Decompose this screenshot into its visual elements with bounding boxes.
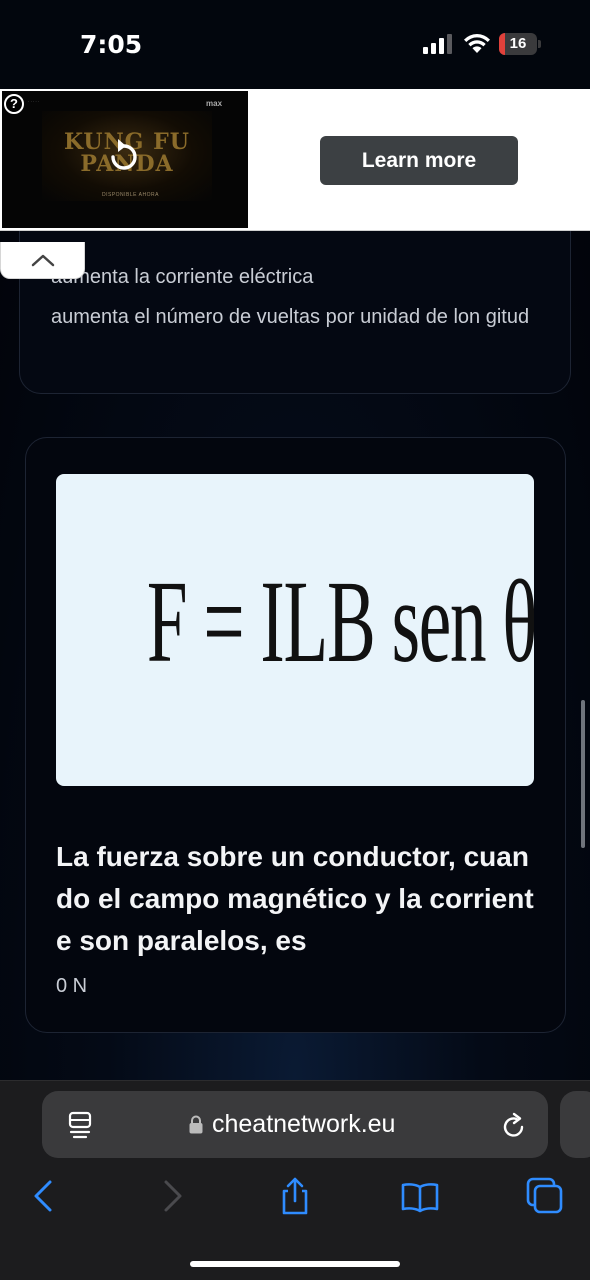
answer-option[interactable]: aumenta el número de vueltas por unidad … [51,302,551,333]
answer-text[interactable]: 0 N [56,975,87,998]
wifi-icon [464,34,490,53]
reload-icon[interactable] [502,1112,526,1138]
status-time: 7:05 [80,30,143,59]
question-text: La fuerza sobre un conductor, cuando el … [56,841,534,956]
chevron-up-icon [31,254,55,267]
url-text[interactable]: cheatnetwork.eu [212,1110,395,1139]
battery-icon: 16 [499,33,541,55]
ad-rating-text: · · · · · [28,99,40,104]
lock-icon [189,1115,203,1134]
answer-option[interactable]: aumenta la corriente eléctrica [51,262,313,293]
formula-text: F = ILB sen θ [146,556,534,687]
forward-icon[interactable] [152,1176,192,1216]
help-icon[interactable]: ? [4,94,24,114]
home-indicator[interactable] [190,1261,400,1267]
learn-more-button[interactable]: Learn more [320,136,518,185]
scroll-indicator[interactable] [581,700,585,848]
bookmarks-icon[interactable] [400,1176,440,1216]
collapse-ad-button[interactable] [0,242,85,279]
ad-tagline: DISPONIBLE AHORA [102,192,159,198]
ad-network-logo: max [206,99,223,108]
tabs-icon[interactable] [525,1176,565,1216]
page-menu-icon[interactable] [68,1111,92,1139]
battery-level: 16 [509,35,527,52]
status-bar: 7:05 16 [0,0,590,90]
cellular-signal-icon [423,34,452,54]
next-tab-preview[interactable] [560,1091,590,1158]
back-icon[interactable] [24,1176,64,1216]
share-icon[interactable] [275,1176,315,1216]
replay-icon[interactable] [104,136,144,176]
formula-image: F = ILB sen θ [56,474,534,786]
